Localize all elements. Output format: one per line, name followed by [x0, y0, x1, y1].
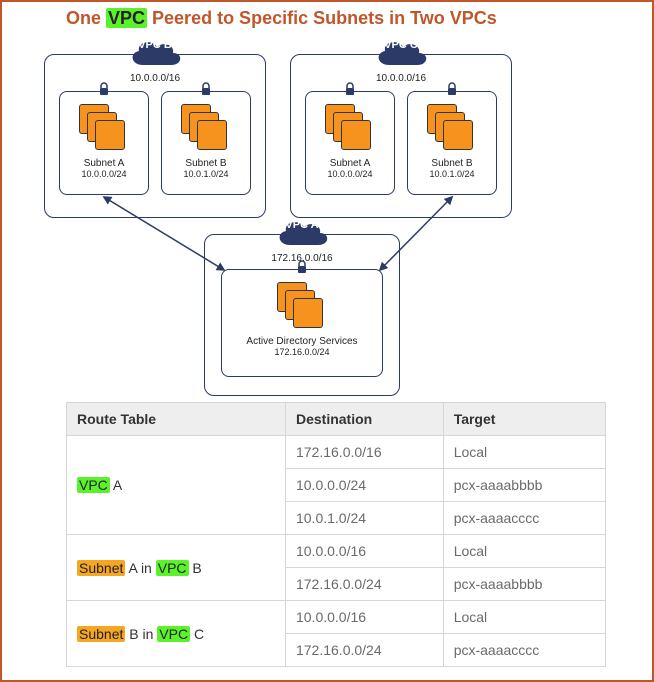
rt-text: B in	[125, 626, 157, 642]
vpc-a-subnet: Active Directory Services 172.16.0.0/24	[221, 269, 383, 377]
table-row: VPC A 172.16.0.0/16 Local	[67, 436, 606, 469]
vpc-c-subnet-b-name: Subnet B	[408, 158, 496, 169]
rt-cell: Subnet A in VPC B	[67, 535, 286, 601]
vpc-a-cloud: VPC A	[270, 215, 334, 251]
dest-cell: 10.0.0.0/16	[285, 535, 443, 568]
vpc-a-label: VPC A	[270, 219, 334, 231]
rt-cell: Subnet B in VPC C	[67, 601, 286, 667]
server-stack-icon	[181, 104, 231, 152]
tgt-cell: pcx-aaaacccc	[443, 502, 605, 535]
server-stack-icon	[427, 104, 477, 152]
vpc-b-subnet-a-cidr: 10.0.0.0/24	[60, 169, 148, 179]
diagram-title: One VPC Peered to Specific Subnets in Tw…	[66, 8, 497, 29]
title-post: Peered to Specific Subnets in Two VPCs	[147, 8, 497, 28]
vpc-c-subnet-a-name: Subnet A	[306, 158, 394, 169]
table-row: Subnet B in VPC C 10.0.0.0/16 Local	[67, 601, 606, 634]
vpc-highlight: VPC	[157, 626, 190, 642]
vpc-b-cloud: VPC B	[123, 35, 187, 71]
vpc-a-subnet-name: Active Directory Services	[222, 336, 382, 347]
lock-icon	[98, 82, 110, 101]
subnet-highlight: Subnet	[77, 560, 125, 576]
vpc-b-subnet-a: Subnet A 10.0.0.0/24	[59, 91, 149, 195]
col-route-table: Route Table	[67, 403, 286, 436]
vpc-c-label: VPC C	[369, 39, 433, 51]
server-stack-icon	[277, 282, 327, 330]
tgt-cell: Local	[443, 436, 605, 469]
col-target: Target	[443, 403, 605, 436]
subnet-highlight: Subnet	[77, 626, 125, 642]
rt-cell: VPC A	[67, 436, 286, 535]
dest-cell: 10.0.0.0/24	[285, 469, 443, 502]
diagram-frame: One VPC Peered to Specific Subnets in Tw…	[0, 0, 654, 682]
vpc-highlight: VPC	[156, 560, 189, 576]
vpc-c-subnet-b-cidr: 10.0.1.0/24	[408, 169, 496, 179]
col-destination: Destination	[285, 403, 443, 436]
vpc-b-label: VPC B	[123, 39, 187, 51]
route-table: Route Table Destination Target VPC A 172…	[66, 402, 606, 667]
vpc-c-subnet-b: Subnet B 10.0.1.0/24	[407, 91, 497, 195]
table-row: Subnet A in VPC B 10.0.0.0/16 Local	[67, 535, 606, 568]
vpc-c-subnet-a-cidr: 10.0.0.0/24	[306, 169, 394, 179]
vpc-a-box: VPC A 172.16.0.0/16 Active Directory Ser…	[204, 234, 400, 396]
dest-cell: 172.16.0.0/24	[285, 634, 443, 667]
tgt-cell: Local	[443, 601, 605, 634]
vpc-c-cloud: VPC C	[369, 35, 433, 71]
rt-text: A	[110, 477, 122, 493]
vpc-b-subnet-b-cidr: 10.0.1.0/24	[162, 169, 250, 179]
vpc-b-subnet-b: Subnet B 10.0.1.0/24	[161, 91, 251, 195]
vpc-c-subnet-a: Subnet A 10.0.0.0/24	[305, 91, 395, 195]
rt-text: B	[189, 560, 202, 576]
title-pre: One	[66, 8, 106, 28]
table-header-row: Route Table Destination Target	[67, 403, 606, 436]
tgt-cell: pcx-aaaabbbb	[443, 568, 605, 601]
dest-cell: 10.0.0.0/16	[285, 601, 443, 634]
vpc-c-box: VPC C 10.0.0.0/16 Subnet A 10.0.0.0/24 S…	[290, 54, 512, 218]
tgt-cell: Local	[443, 535, 605, 568]
tgt-cell: pcx-aaaabbbb	[443, 469, 605, 502]
vpc-b-cidr: 10.0.0.0/16	[45, 73, 265, 84]
server-stack-icon	[79, 104, 129, 152]
rt-text: A in	[125, 560, 155, 576]
lock-icon	[446, 82, 458, 101]
rt-text: C	[190, 626, 204, 642]
title-vpc-highlight: VPC	[106, 8, 147, 28]
dest-cell: 10.0.1.0/24	[285, 502, 443, 535]
dest-cell: 172.16.0.0/16	[285, 436, 443, 469]
lock-icon	[200, 82, 212, 101]
vpc-c-cidr: 10.0.0.0/16	[291, 73, 511, 84]
vpc-a-subnet-cidr: 172.16.0.0/24	[222, 347, 382, 357]
server-stack-icon	[325, 104, 375, 152]
dest-cell: 172.16.0.0/24	[285, 568, 443, 601]
vpc-highlight: VPC	[77, 477, 110, 493]
lock-icon	[344, 82, 356, 101]
vpc-b-box: VPC B 10.0.0.0/16 Subnet A 10.0.0.0/24 S…	[44, 54, 266, 218]
tgt-cell: pcx-aaaacccc	[443, 634, 605, 667]
vpc-b-subnet-a-name: Subnet A	[60, 158, 148, 169]
vpc-b-subnet-b-name: Subnet B	[162, 158, 250, 169]
lock-icon	[296, 260, 308, 279]
